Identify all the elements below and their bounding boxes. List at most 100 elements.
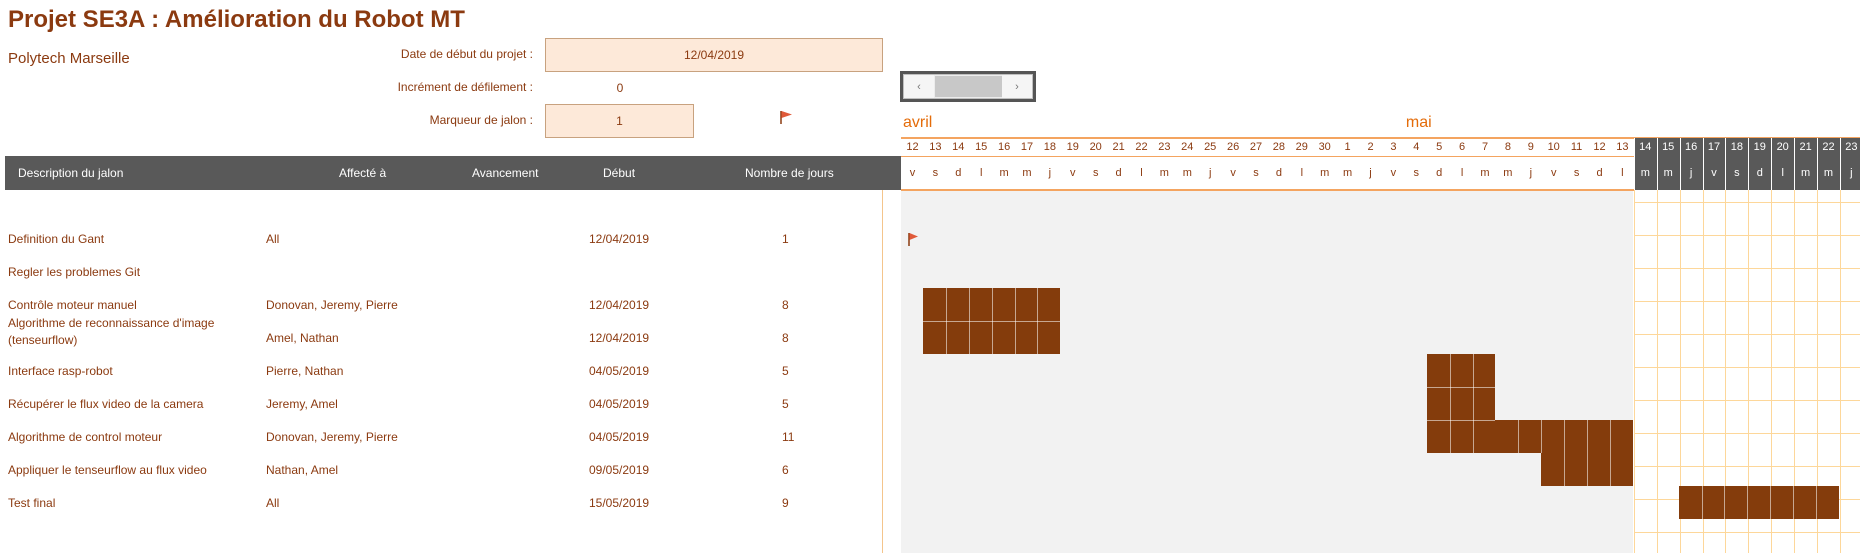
day-number: 23 <box>1158 141 1171 153</box>
row-days[interactable]: 1 <box>782 232 789 246</box>
grid-line <box>1633 400 1860 401</box>
scroll-left-button[interactable]: ‹ <box>904 75 934 98</box>
day-name: m <box>1640 167 1650 179</box>
bar-cell-separator <box>1564 453 1566 486</box>
header-separator <box>1817 138 1818 190</box>
row-description[interactable]: Algorithme de control moteur <box>8 430 162 444</box>
row-days[interactable]: 9 <box>782 496 789 510</box>
month-label: mai <box>1405 114 1432 131</box>
bar-cell-separator <box>1816 486 1817 519</box>
scroll-right-button[interactable]: › <box>1002 75 1032 98</box>
header-separator <box>1725 138 1727 190</box>
grid-line <box>1633 466 1860 467</box>
header-progress: Avancement <box>472 166 539 180</box>
day-name: d <box>1596 167 1603 179</box>
row-description[interactable]: Algorithme de reconnaissance d'image (te… <box>8 315 248 349</box>
day-number: 22 <box>1822 141 1835 153</box>
scroll-increment-value[interactable]: 0 <box>545 81 695 95</box>
scroll-control[interactable]: ‹ › <box>900 71 1036 102</box>
day-number: 15 <box>975 141 988 153</box>
day-name: v <box>1230 167 1236 179</box>
row-description[interactable]: Appliquer le tenseurflow au flux video <box>8 463 207 477</box>
grid-line <box>1633 268 1860 269</box>
row-description[interactable]: Contrôle moteur manuel <box>8 298 137 312</box>
row-description[interactable]: Interface rasp-robot <box>8 364 113 378</box>
day-number: 14 <box>1639 141 1652 153</box>
day-number: 30 <box>1318 141 1331 153</box>
day-name: l <box>1460 167 1464 179</box>
row-start-date[interactable]: 12/04/2019 <box>589 298 649 312</box>
bar-cell-separator <box>1609 420 1611 453</box>
header-separator <box>1679 138 1681 190</box>
milestone-marker-field[interactable]: 1 <box>545 104 694 138</box>
header-separator <box>1771 138 1773 190</box>
row-days[interactable]: 5 <box>782 397 789 411</box>
scroll-thumb[interactable] <box>935 76 1009 97</box>
row-description[interactable]: Récupérer le flux video de la camera <box>8 397 203 411</box>
day-number: 20 <box>1776 141 1789 153</box>
row-assigned[interactable]: Nathan, Amel <box>266 463 338 477</box>
header-separator <box>1702 138 1704 190</box>
row-start-date[interactable]: 04/05/2019 <box>589 364 649 378</box>
grid-line <box>1633 235 1860 236</box>
row-assigned[interactable]: Pierre, Nathan <box>266 364 343 378</box>
day-name: m <box>1159 167 1169 179</box>
day-name: m <box>1343 167 1353 179</box>
bar-row-separator <box>1426 420 1496 421</box>
row-start-date[interactable]: 12/04/2019 <box>589 232 649 246</box>
gantt-bar[interactable] <box>1678 486 1839 519</box>
row-start-date[interactable]: 04/05/2019 <box>589 397 649 411</box>
row-assigned[interactable]: Amel, Nathan <box>266 331 339 345</box>
row-start-date[interactable]: 09/05/2019 <box>589 463 649 477</box>
scroll-increment-label: Incrément de défilement : <box>397 80 533 94</box>
grid-line <box>1633 301 1860 302</box>
row-assigned[interactable]: Jeremy, Amel <box>266 397 338 411</box>
day-name: s <box>1413 167 1420 179</box>
bar-cell-separator <box>1564 420 1566 453</box>
day-name: j <box>1850 167 1853 179</box>
day-name: s <box>1734 167 1740 179</box>
row-description[interactable]: Definition du Gant <box>8 232 104 246</box>
flag-icon <box>780 111 792 124</box>
project-title: Projet SE3A : Amélioration du Robot MT <box>8 6 465 33</box>
row-description[interactable]: Test final <box>8 496 55 510</box>
row-days[interactable]: 11 <box>782 430 794 444</box>
day-number: 11 <box>1570 141 1583 153</box>
gantt-bar[interactable] <box>1426 354 1496 453</box>
header-start: Début <box>603 166 636 180</box>
organization-name: Polytech Marseille <box>8 50 130 67</box>
day-number: 9 <box>1527 141 1534 153</box>
day-name: m <box>1823 167 1834 179</box>
day-number: 27 <box>1249 141 1263 153</box>
header-separator <box>1633 138 1635 190</box>
header-assigned: Affecté à <box>339 166 387 180</box>
day-number: 2 <box>1367 141 1374 153</box>
day-name: j <box>1208 167 1212 179</box>
day-number: 1 <box>1344 141 1351 153</box>
header-separator <box>1794 138 1796 190</box>
row-assigned[interactable]: Donovan, Jeremy, Pierre <box>266 298 398 312</box>
row-start-date[interactable]: 12/04/2019 <box>589 331 649 345</box>
bar-cell-separator <box>1747 486 1749 519</box>
day-number: 13 <box>929 141 942 153</box>
row-assigned[interactable]: All <box>266 496 279 510</box>
header-days: Nombre de jours <box>745 166 834 180</box>
row-days[interactable]: 8 <box>782 331 789 345</box>
start-date-field[interactable]: 12/04/2019 <box>545 38 883 72</box>
header-description: Description du jalon <box>18 166 124 180</box>
day-name: m <box>1320 167 1330 179</box>
day-name: j <box>1369 167 1372 179</box>
day-number: 24 <box>1181 141 1194 153</box>
row-assigned[interactable]: Donovan, Jeremy, Pierre <box>266 430 398 444</box>
row-start-date[interactable]: 15/05/2019 <box>589 496 649 510</box>
row-days[interactable]: 8 <box>782 298 789 312</box>
start-date-label: Date de début du projet : <box>400 47 533 61</box>
bar-cell-separator <box>1541 420 1543 453</box>
day-name: m <box>1480 167 1490 179</box>
row-assigned[interactable]: All <box>266 232 279 246</box>
row-days[interactable]: 5 <box>782 364 789 378</box>
row-description[interactable]: Regler les problemes Git <box>8 265 140 279</box>
row-days[interactable]: 6 <box>782 463 789 477</box>
bar-cell-separator <box>1701 486 1703 519</box>
row-start-date[interactable]: 04/05/2019 <box>589 430 649 444</box>
